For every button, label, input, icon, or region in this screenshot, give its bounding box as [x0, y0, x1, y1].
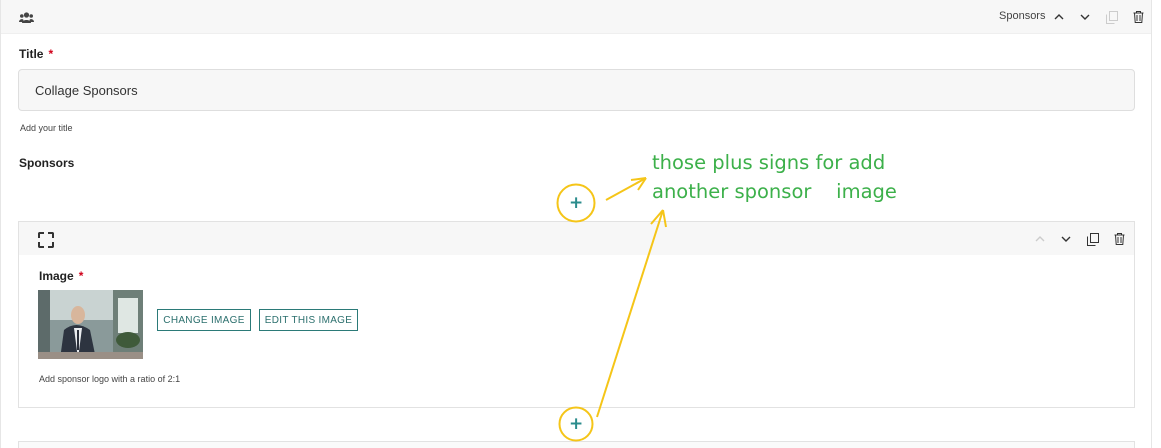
move-down-button[interactable] — [1076, 8, 1094, 26]
annotation-line-1: those plus signs for add — [652, 151, 886, 174]
item-delete-button[interactable] — [1110, 230, 1128, 248]
annotation-text: those plus signs for add another sponsor… — [652, 148, 897, 206]
chevron-up-icon — [1035, 236, 1045, 242]
sponsor-item: Image * CHANGE IMAGE EDIT THIS IMAGE Add … — [18, 221, 1135, 408]
add-sponsor-button-top[interactable]: + — [569, 195, 583, 212]
duplicate-button[interactable] — [1103, 8, 1121, 26]
image-help-text: Add sponsor logo with a ratio of 2:1 — [39, 374, 181, 384]
users-icon — [19, 11, 34, 29]
required-mark: * — [48, 47, 54, 61]
copy-icon — [1087, 232, 1099, 246]
select-icon[interactable] — [38, 232, 54, 248]
move-up-button[interactable] — [1050, 8, 1068, 26]
change-image-button[interactable]: CHANGE IMAGE — [157, 309, 251, 331]
block-header: Sponsors — [1, 0, 1151, 34]
sponsors-label: Sponsors — [19, 156, 75, 170]
delete-button[interactable] — [1129, 8, 1147, 26]
chevron-down-icon — [1061, 236, 1071, 242]
required-mark: * — [78, 269, 84, 283]
sponsor-image-thumbnail — [38, 290, 143, 359]
chevron-up-icon — [1054, 14, 1064, 20]
annotation-line-2: another sponsor image — [652, 180, 897, 203]
next-sponsor-item — [18, 441, 1135, 448]
image-label: Image * — [39, 269, 84, 283]
edit-image-button[interactable]: EDIT THIS IMAGE — [259, 309, 358, 331]
title-help-text: Add your title — [20, 123, 73, 133]
item-move-down-button[interactable] — [1057, 230, 1075, 248]
trash-icon — [1133, 11, 1143, 23]
block-type-label: Sponsors — [999, 10, 1046, 22]
copy-icon — [1106, 10, 1118, 24]
item-duplicate-button[interactable] — [1084, 230, 1102, 248]
chevron-down-icon — [1080, 14, 1090, 20]
sponsors-block: Sponsors Title* Add your title Sponsors … — [0, 0, 1152, 448]
item-move-up-button[interactable] — [1031, 230, 1049, 248]
trash-icon — [1114, 233, 1124, 245]
add-sponsor-button-bottom[interactable]: + — [569, 416, 583, 433]
title-input[interactable] — [18, 69, 1135, 111]
title-label: Title * — [19, 47, 54, 61]
sponsor-item-header — [19, 222, 1134, 255]
